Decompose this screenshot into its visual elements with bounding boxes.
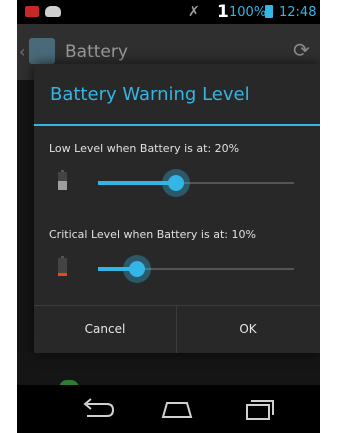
mute-icon: ✗ <box>188 4 200 20</box>
cancel-button[interactable]: Cancel <box>34 306 176 353</box>
back-icon[interactable] <box>77 395 117 423</box>
navigation-bar <box>17 385 320 433</box>
dialog-title: Battery Warning Level <box>50 84 250 105</box>
action-bar-title: Battery <box>65 42 128 62</box>
low-level-label: Low Level when Battery is at: 20% <box>49 142 240 155</box>
slider-thumb[interactable] <box>162 169 190 197</box>
critical-level-label: Critical Level when Battery is at: 10% <box>49 228 256 241</box>
battery-low-icon <box>58 170 67 190</box>
phone-screen: ✗ 1 100% 12:48 ‹ Battery ⟳ Battery Warni… <box>17 0 320 433</box>
battery-percent: 100% <box>229 5 267 20</box>
notification-icon <box>25 6 39 17</box>
battery-icon <box>265 5 273 18</box>
low-level-slider[interactable] <box>98 169 294 197</box>
battery-critical-icon <box>58 256 67 276</box>
refresh-icon[interactable]: ⟳ <box>293 38 310 62</box>
critical-level-slider[interactable] <box>98 255 294 283</box>
status-bar: ✗ 1 100% 12:48 <box>17 0 320 24</box>
ok-button[interactable]: OK <box>177 306 319 353</box>
battery-warning-dialog: Battery Warning Level Low Level when Bat… <box>34 64 320 353</box>
app-icon[interactable] <box>29 38 55 64</box>
title-divider <box>34 124 320 126</box>
cat-icon <box>45 6 61 17</box>
up-caret-icon[interactable]: ‹ <box>19 42 25 61</box>
slider-thumb[interactable] <box>123 255 151 283</box>
clock: 12:48 <box>279 5 317 20</box>
signal-indicator: 1 <box>217 2 229 22</box>
recent-apps-icon[interactable] <box>237 395 277 423</box>
home-icon[interactable] <box>157 395 197 423</box>
